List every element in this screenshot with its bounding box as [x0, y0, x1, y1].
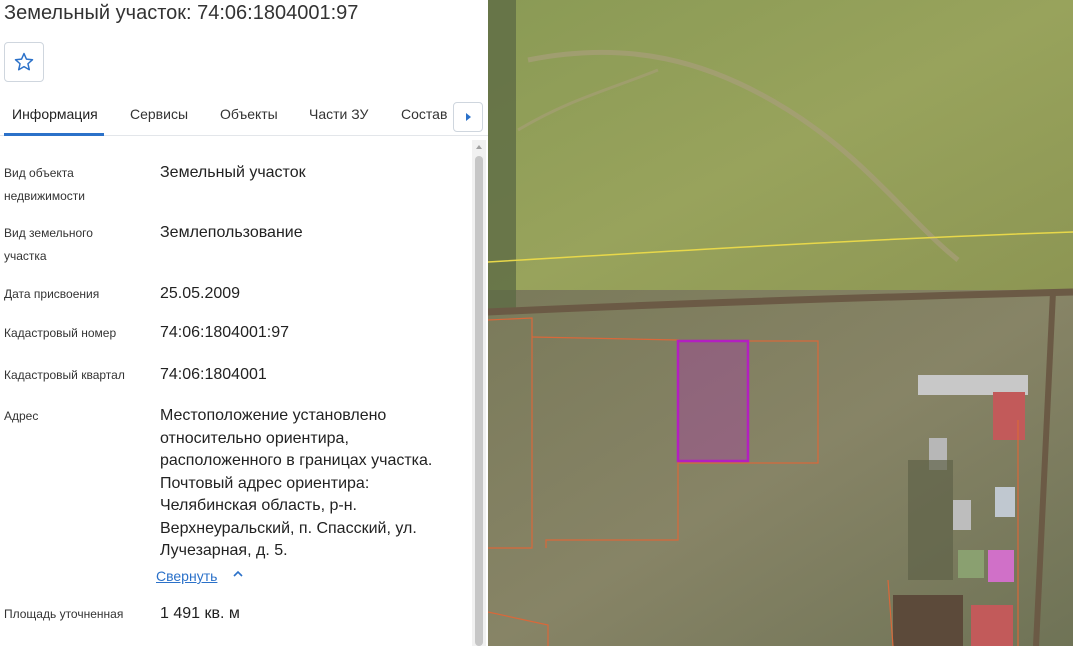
map-building: [953, 500, 971, 530]
field-value: Землепользование: [160, 224, 303, 241]
field-value: Земельный участок: [160, 164, 306, 181]
scrollbar-thumb[interactable]: [475, 156, 483, 646]
field-label: Площадь уточненная: [4, 607, 124, 621]
caret-right-icon: [466, 113, 471, 121]
map-selected-parcel[interactable]: [676, 339, 750, 463]
map-building: [958, 550, 984, 578]
tab-parcel-parts[interactable]: Части ЗУ: [309, 106, 368, 122]
scroll-up-arrow-icon[interactable]: [474, 142, 484, 152]
tab-composition[interactable]: Состав: [401, 106, 447, 122]
field-label: Кадастровый квартал: [4, 368, 125, 382]
field-label: Адрес: [4, 409, 39, 423]
map-view[interactable]: [488, 0, 1073, 646]
map-building: [995, 487, 1015, 517]
info-list: Вид объекта недвижимости Земельный участ…: [0, 150, 470, 646]
tab-bar: Информация Сервисы Объекты Части ЗУ Сост…: [0, 96, 488, 136]
field-value: 74:06:1804001: [160, 366, 267, 383]
field-value: 25.05.2009: [160, 285, 241, 302]
map-garden-plot: [893, 595, 963, 646]
tab-services[interactable]: Сервисы: [130, 106, 188, 122]
map-building: [988, 550, 1014, 582]
address-value: Местоположение установлено относительно …: [160, 407, 433, 559]
collapse-link[interactable]: Свернуть: [156, 568, 217, 584]
field-label: Дата присвоения: [4, 287, 100, 301]
row-address: Адрес Местоположение установлено относит…: [4, 405, 464, 585]
field-value: 1 491 кв. м: [160, 605, 240, 622]
map-tree-strip: [488, 0, 516, 310]
satellite-map[interactable]: [488, 0, 1073, 646]
map-field-upper: [488, 0, 1073, 300]
info-panel: Земельный участок: 74:06:1804001:97 Инфо…: [0, 0, 488, 646]
field-label: Вид объекта недвижимости: [4, 166, 85, 203]
field-label: Вид земельного участка: [4, 226, 93, 263]
field-value: 74:06:1804001:97: [160, 324, 290, 341]
tab-info[interactable]: Информация: [12, 106, 98, 122]
map-field-lower: [488, 290, 1073, 646]
map-yard: [908, 460, 953, 580]
star-outline-icon: [14, 52, 34, 71]
map-building: [993, 392, 1025, 440]
tab-objects[interactable]: Объекты: [220, 106, 278, 122]
map-building: [971, 605, 1013, 646]
page-title: Земельный участок: 74:06:1804001:97: [4, 2, 359, 24]
favorite-button[interactable]: [4, 42, 44, 82]
tabs-scroll-right-button[interactable]: [453, 102, 483, 132]
active-tab-indicator: [4, 133, 104, 136]
field-label: Кадастровый номер: [4, 326, 117, 340]
chevron-up-icon[interactable]: [232, 568, 244, 583]
